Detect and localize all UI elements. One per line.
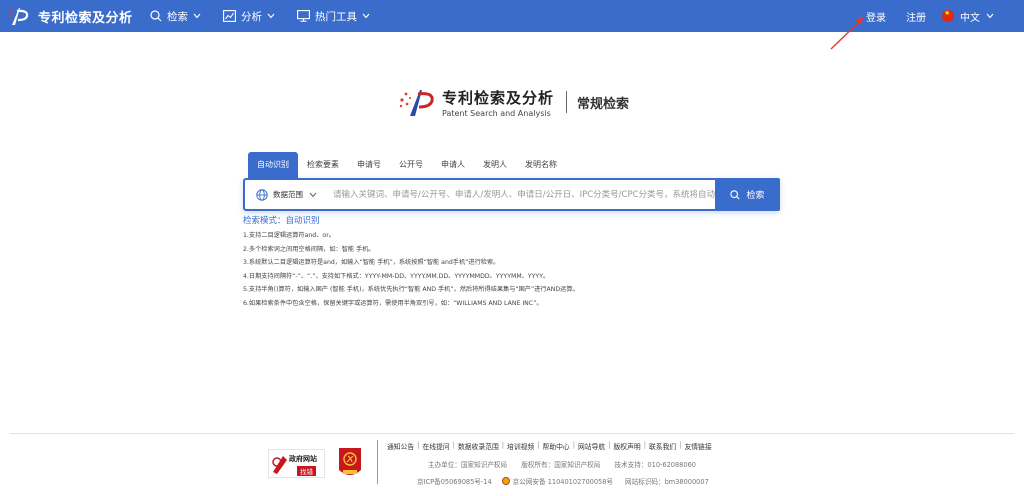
search-input[interactable] [327, 180, 715, 209]
footer-police[interactable]: 京公网安备 11040102700058号 [513, 476, 613, 486]
tab-applicant[interactable]: 申请人 [432, 152, 474, 178]
footer-divider [10, 433, 1014, 434]
tab-invention-title[interactable]: 发明名称 [516, 152, 566, 178]
footer-link[interactable]: 网站导航 [578, 441, 605, 451]
register-link[interactable]: 注册 [906, 9, 926, 24]
annotation-arrow-icon [830, 17, 864, 50]
nav-search[interactable]: 检索 [150, 9, 201, 24]
nav-tools-label: 热门工具 [315, 10, 357, 23]
tab-publication-number[interactable]: 公开号 [390, 152, 432, 178]
brand[interactable]: 专利检索及分析 [8, 5, 133, 27]
gov-badge-icon [272, 456, 287, 474]
chevron-down-icon [309, 192, 317, 197]
tab-auto-detect[interactable]: 自动识别 [248, 152, 298, 178]
search-icon [150, 10, 162, 22]
patent-logo-icon [399, 90, 434, 116]
chevron-down-icon [267, 13, 275, 19]
footer-link[interactable]: 版权声明 [614, 441, 641, 451]
tip-line: 4.日期支持间隔符“-”、“.”，支持如下格式：YYYY-MM-DD、YYYY.… [243, 272, 550, 280]
chevron-down-icon [986, 13, 994, 19]
footer-link[interactable]: 在线提问 [422, 441, 449, 451]
gov-badge-line1: 政府网站 [289, 455, 317, 463]
footer-site-code: 网站标识码：bm38000007 [625, 478, 709, 486]
search-icon [730, 189, 741, 200]
footer-link[interactable]: 通知公告 [387, 441, 414, 451]
footer-copyright: 版权所有：国家知识产权局 [521, 461, 601, 469]
footer-link[interactable]: 帮助中心 [543, 441, 570, 451]
search-tips: 1.支持二目逻辑运算符and、or。 2.多个检索词之间用空格间隔，如：智能 手… [243, 229, 579, 311]
tab-search-elements[interactable]: 检索要素 [298, 152, 348, 178]
china-flag-icon [942, 9, 954, 22]
top-navigation-bar: 专利检索及分析 检索 分析 热门工具 登录 注册 中文 [0, 0, 1024, 32]
site-logo: 专利检索及分析 Patent Search and Analysis 常规检索 [398, 86, 629, 118]
logo-title-en: Patent Search and Analysis [442, 108, 551, 118]
tip-line: 3.系统默认二目逻辑运算符是and，如输入“智能 手机”，系统按照“智能 and… [243, 259, 500, 267]
patent-logo-icon [9, 8, 29, 25]
tab-inventor[interactable]: 发明人 [474, 152, 516, 178]
search-button[interactable]: 检索 [715, 178, 780, 211]
main-nav: 检索 分析 热门工具 [150, 0, 392, 32]
monitor-icon [297, 10, 310, 22]
data-scope-dropdown[interactable]: 数据范围 [245, 188, 327, 201]
logo-title-cn: 专利检索及分析 [442, 88, 555, 107]
login-link[interactable]: 登录 [866, 9, 886, 24]
footer-sponsor: 主办单位：国家知识产权局 [428, 461, 508, 469]
footer-link[interactable]: 联系我们 [649, 441, 676, 451]
brand-name: 专利检索及分析 [38, 10, 133, 26]
language-selector[interactable]: 中文 [942, 9, 994, 24]
footer-icp[interactable]: 京ICP备05069085号-14 [417, 476, 492, 486]
search-type-tabs: 自动识别 检索要素 申请号 公开号 申请人 发明人 发明名称 [248, 152, 566, 178]
nav-search-label: 检索 [167, 10, 188, 23]
footer-link[interactable]: 数据收录范围 [458, 441, 499, 451]
chart-icon [223, 10, 236, 22]
language-label: 中文 [960, 12, 980, 24]
police-badge-icon [501, 477, 510, 485]
footer-support: 技术支持：010-62088060 [614, 461, 696, 469]
footer-links: 通知公告 | 在线提问 | 数据收录范围 | 培训视频 | 帮助中心 | 网站导航 | 版权… [387, 441, 712, 451]
gov-site-error-badge[interactable]: 政府网站 找错 [268, 449, 325, 478]
footer-info: 主办单位：国家知识产权局 版权所有：国家知识产权局 技术支持：010-62088… [428, 459, 708, 469]
search-bar: 数据范围 检索 [243, 178, 780, 211]
chevron-down-icon [193, 13, 201, 19]
nav-tools[interactable]: 热门工具 [297, 9, 370, 24]
gov-badge-line2: 找错 [297, 466, 316, 476]
party-emblem-badge-icon[interactable] [338, 446, 362, 480]
tip-line: 6.如果检索条件中包含空格，保留关键字或运算符，需使用半角双引号，如：“WILL… [243, 299, 543, 307]
tip-line: 2.多个检索词之间用空格间隔，如：智能 手机。 [243, 245, 375, 253]
chevron-down-icon [362, 13, 370, 19]
nav-analysis[interactable]: 分析 [223, 9, 275, 24]
logo-subtitle: 常规检索 [577, 96, 630, 112]
tip-line: 5.支持半角()算符，如输入国产 (智能 手机)，系统优先执行“智能 AND 手… [243, 286, 579, 294]
globe-icon [256, 188, 268, 201]
footer-registration: 京ICP备05069085号-14 京公网安备 11040102700058号 … [417, 476, 709, 486]
logo-divider [566, 91, 568, 113]
footer-vertical-divider [377, 440, 378, 484]
search-mode-text: 检索模式：自动识别 [243, 216, 320, 226]
data-scope-label: 数据范围 [273, 190, 303, 199]
tab-application-number[interactable]: 申请号 [348, 152, 390, 178]
tip-line: 1.支持二目逻辑运算符and、or。 [243, 232, 335, 239]
nav-analysis-label: 分析 [241, 10, 262, 23]
footer-link[interactable]: 友情链接 [684, 441, 711, 451]
account-nav: 登录 注册 中文 [846, 0, 994, 32]
search-button-label: 检索 [746, 191, 765, 201]
footer-link[interactable]: 培训视频 [507, 441, 534, 451]
